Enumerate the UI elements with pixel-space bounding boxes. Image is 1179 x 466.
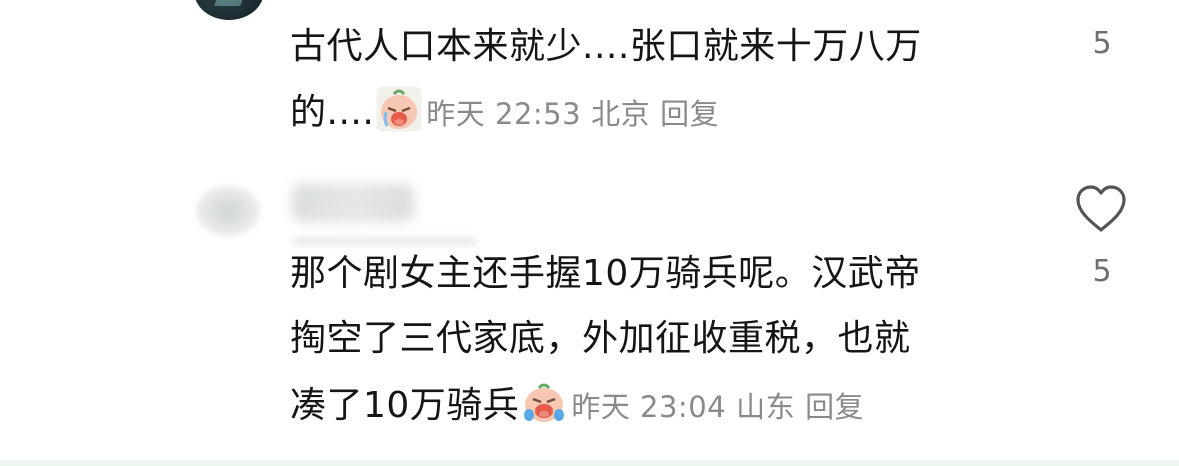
reply-button[interactable]: 回复 <box>805 390 864 424</box>
blurred-username <box>292 184 414 222</box>
comment-text-line-with-meta: 的.... 昨天 22:53 北京 回复 <box>290 86 719 139</box>
comment-text-fragment: 的.... <box>290 92 375 133</box>
comment-text-line-with-meta: 凑了10万骑兵 昨天 23:04 山东 回复 <box>290 379 864 432</box>
blurred-user-avatar[interactable] <box>196 186 260 236</box>
reply-button[interactable]: 回复 <box>660 97 719 131</box>
comment-text-line: 那个剧女主还手握10万骑兵呢。汉武帝 <box>290 253 921 294</box>
comment-meta: 昨天 22:53 北京 回复 <box>426 97 719 131</box>
like-count: 5 <box>1092 26 1112 61</box>
comment-meta: 昨天 23:04 山东 回复 <box>571 390 864 424</box>
comment-location: 北京 <box>591 97 651 131</box>
comment-time: 昨天 22:53 <box>426 97 582 131</box>
user-avatar[interactable] <box>194 0 264 20</box>
comment-text-line: 掏空了三代家底，外加征收重税，也就 <box>290 318 911 359</box>
crying-face-emoji-icon <box>524 383 565 422</box>
crying-face-emoji-icon <box>376 86 422 132</box>
comment-location: 山东 <box>736 390 796 424</box>
comment-time: 昨天 23:04 <box>571 390 727 424</box>
like-count: 5 <box>1092 254 1112 289</box>
comment-text-fragment: 凑了10万骑兵 <box>290 385 520 426</box>
avatar-glyph <box>214 0 244 6</box>
blurred-subline <box>292 236 477 246</box>
bottom-divider <box>0 460 1179 466</box>
comment-text-line: 古代人口本来就少....张口就来十万八万 <box>290 26 922 67</box>
heart-icon[interactable] <box>1073 183 1129 235</box>
